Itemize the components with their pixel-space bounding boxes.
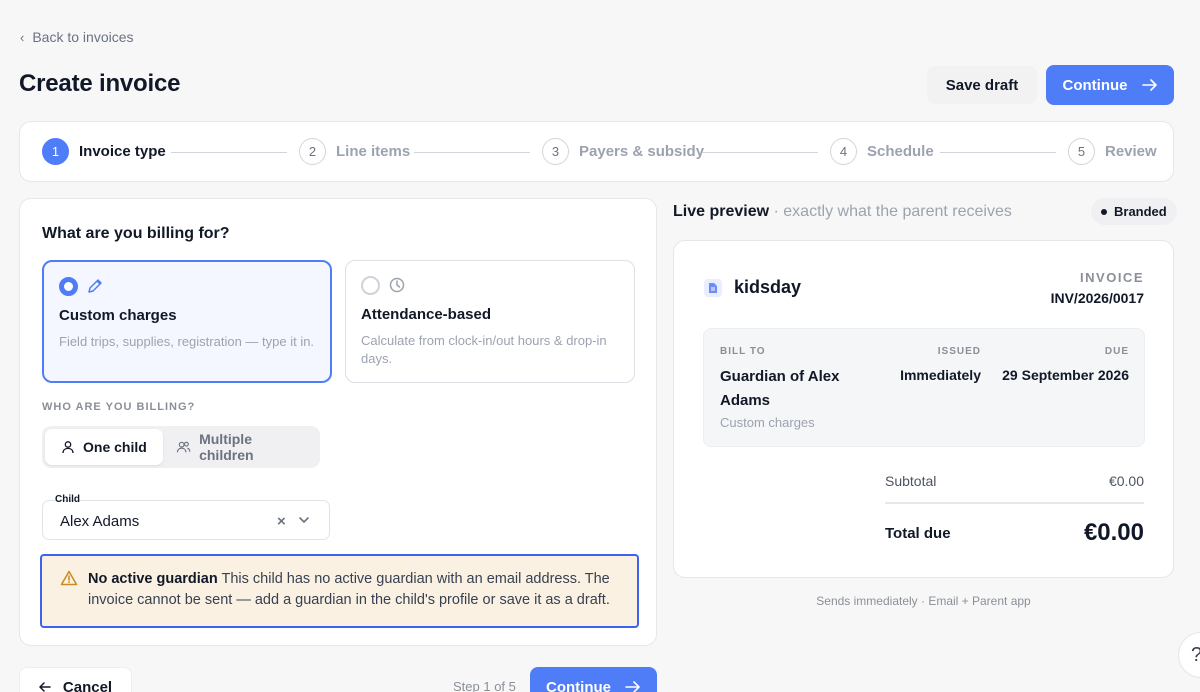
child-select[interactable]: Alex Adams ×	[42, 500, 330, 540]
step-label: Payers & subsidy	[579, 143, 705, 160]
back-link-label: Back to invoices	[32, 29, 134, 45]
no-guardian-alert: No active guardian This child has no act…	[40, 554, 639, 628]
multiple-children-label: Multiple children	[199, 431, 254, 463]
step-number: 3	[542, 138, 569, 165]
bill-to-box: BILL TO ISSUED DUE Guardian of Alex Adam…	[703, 328, 1145, 447]
back-to-invoices-link[interactable]: ‹ Back to invoices	[20, 29, 134, 45]
help-icon: ?	[1191, 644, 1200, 667]
child-field-label: Child	[55, 494, 80, 505]
option-title: Custom charges	[59, 307, 177, 324]
help-button[interactable]: ?	[1178, 632, 1200, 678]
due-label: DUE	[1104, 346, 1129, 357]
issued-label: ISSUED	[937, 346, 981, 357]
step-label: Review	[1105, 143, 1157, 160]
arrow-right-icon	[1141, 79, 1157, 91]
brand: kidsday	[704, 277, 801, 298]
invoice-type-form: What are you billing for? Custom charges…	[19, 198, 657, 646]
step-connector	[702, 152, 818, 153]
total-due-value: €0.00	[1083, 519, 1144, 546]
cancel-label: Cancel	[62, 678, 113, 692]
option-title: Attendance-based	[361, 306, 492, 323]
total-due-label: Total due	[885, 525, 951, 542]
radio-unselected[interactable]	[361, 276, 380, 295]
step-connector	[414, 152, 530, 153]
option-custom-charges[interactable]: Custom charges Field trips, supplies, re…	[42, 260, 332, 383]
pencil-icon	[88, 279, 102, 293]
child-select-value: Alex Adams	[60, 513, 140, 530]
branded-badge[interactable]: Branded	[1091, 198, 1177, 225]
continue-button-bottom[interactable]: Continue	[530, 667, 657, 692]
step-connector	[940, 152, 1056, 153]
continue-label: Continue	[1062, 76, 1128, 94]
option-description: Calculate from clock-in/out hours & drop…	[361, 333, 607, 366]
sends-note: Sends immediately · Email + Parent app	[816, 594, 1031, 608]
step-label: Line items	[336, 143, 411, 160]
step-review[interactable]: 5 Review	[1068, 138, 1157, 165]
clock-icon	[389, 277, 405, 293]
chevron-left-icon: ‹	[20, 29, 25, 45]
page-title: Create invoice	[19, 70, 181, 97]
multiple-children-option[interactable]: Multiple children	[160, 429, 320, 465]
bill-to-label: BILL TO	[720, 346, 766, 357]
option-description: Field trips, supplies, registration — ty…	[59, 334, 315, 349]
warning-icon	[60, 570, 78, 586]
arrow-left-icon	[39, 682, 51, 692]
step-indicator: Step 1 of 5	[453, 679, 516, 692]
invoice-preview-card: kidsday INVOICE INV/2026/0017 BILL TO IS…	[673, 240, 1174, 578]
invoice-label: INVOICE	[1080, 270, 1144, 285]
step-payers-subsidy[interactable]: 3 Payers & subsidy	[542, 138, 704, 165]
continue-label: Continue	[546, 678, 611, 692]
step-schedule[interactable]: 4 Schedule	[830, 138, 934, 165]
bill-to-name: Guardian of Alex Adams	[720, 368, 840, 409]
cancel-button[interactable]: Cancel	[19, 667, 132, 692]
user-icon	[62, 441, 74, 454]
step-line-items[interactable]: 2 Line items	[299, 138, 410, 165]
due-value: 29 September 2026	[1002, 367, 1129, 383]
totals-divider	[885, 502, 1144, 504]
subtotal-label: Subtotal	[885, 473, 937, 489]
preview-title: Live preview	[673, 203, 770, 220]
save-draft-button[interactable]: Save draft	[927, 66, 1037, 104]
step-number: 4	[830, 138, 857, 165]
billing-question: What are you billing for?	[42, 225, 230, 242]
wizard-stepper: 1 Invoice type 2 Line items 3 Payers & s…	[19, 121, 1174, 182]
document-icon	[704, 278, 722, 297]
billing-target-toggle: One child Multiple children	[42, 426, 320, 468]
dot-icon	[1101, 208, 1107, 215]
alert-text: No active guardian This child has no act…	[88, 569, 617, 611]
brand-name: kidsday	[734, 277, 802, 297]
arrow-right-icon	[625, 681, 640, 692]
preview-heading: Live preview · exactly what the parent r…	[673, 203, 1012, 221]
step-invoice-type[interactable]: 1 Invoice type	[42, 138, 166, 165]
bill-to-sub: Custom charges	[720, 415, 815, 430]
step-label: Invoice type	[79, 143, 166, 160]
issued-value: Immediately	[900, 367, 981, 383]
step-label: Schedule	[867, 143, 934, 160]
option-attendance-based[interactable]: Attendance-based Calculate from clock-in…	[345, 260, 635, 383]
users-icon	[176, 441, 191, 453]
alert-title: No active guardian	[88, 571, 218, 587]
one-child-label: One child	[83, 439, 147, 455]
step-connector	[171, 152, 287, 153]
one-child-option[interactable]: One child	[45, 429, 163, 465]
preview-subtitle: · exactly what the parent receives	[773, 203, 1012, 220]
chevron-down-icon[interactable]	[298, 514, 310, 526]
step-number: 1	[42, 138, 69, 165]
step-number: 2	[299, 138, 326, 165]
who-billing-label: WHO ARE YOU BILLING?	[42, 401, 196, 413]
radio-selected[interactable]	[59, 277, 78, 296]
step-number: 5	[1068, 138, 1095, 165]
branded-label: Branded	[1114, 204, 1167, 219]
continue-button-top[interactable]: Continue	[1046, 65, 1174, 105]
invoice-number: INV/2026/0017	[1050, 290, 1144, 306]
clear-selection-icon[interactable]: ×	[277, 513, 286, 530]
subtotal-value: €0.00	[1108, 473, 1144, 489]
